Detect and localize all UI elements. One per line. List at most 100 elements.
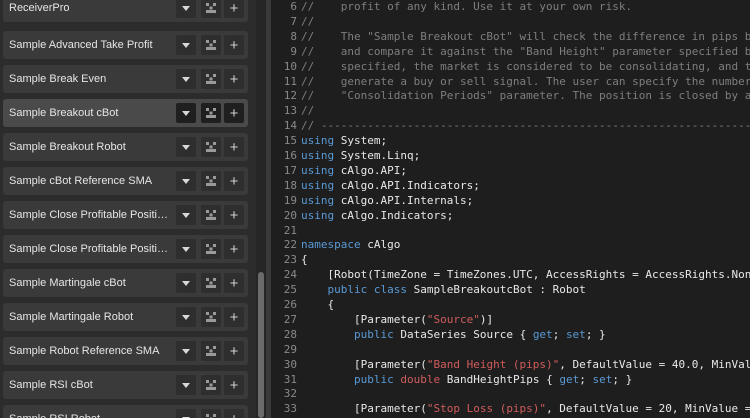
line-number: 9 xyxy=(290,44,297,58)
code-line: 14 // -----------------------------------… xyxy=(271,118,750,133)
chevron-down-icon[interactable] xyxy=(176,69,196,89)
line-number: 29 xyxy=(283,342,297,356)
plus-icon[interactable]: + xyxy=(224,103,244,123)
cbot-item[interactable]: Sample Advanced Take Profit + xyxy=(3,31,248,59)
cbot-item[interactable]: Sample Breakout Robot + xyxy=(3,133,248,161)
code-token: // generate a buy or sell signal. The us… xyxy=(301,74,750,88)
code-token: double xyxy=(400,372,441,386)
code-token: )] xyxy=(479,312,494,326)
instance-icon[interactable] xyxy=(201,171,221,191)
code-line: 31 public double BandHeightPips { get; s… xyxy=(271,372,750,387)
cbot-item-name: Sample Breakout Robot xyxy=(9,141,126,153)
cbot-item[interactable]: Sample Close Profitable Positions + xyxy=(3,235,248,263)
plus-icon[interactable]: + xyxy=(224,375,244,395)
instance-icon[interactable] xyxy=(201,375,221,395)
line-number: 13 xyxy=(283,104,297,118)
cbot-item[interactable]: Sample Robot Reference SMA + xyxy=(3,337,248,365)
code-text: // -------------------------------------… xyxy=(301,119,750,132)
cbot-item[interactable]: Sample Break Even + xyxy=(3,65,248,93)
code-line: 32 xyxy=(271,386,750,401)
plus-icon[interactable]: + xyxy=(224,0,244,18)
plus-icon[interactable]: + xyxy=(224,239,244,259)
cbot-item[interactable]: Sample Martingale Robot + xyxy=(3,303,248,331)
code-line: 17 using cAlgo.API; xyxy=(271,163,750,178)
code-token: "Band Height (pips)" xyxy=(426,357,560,371)
line-number: 32 xyxy=(283,387,297,401)
line-number: 14 xyxy=(283,119,297,133)
chevron-down-icon[interactable] xyxy=(176,137,196,157)
code-token: System; xyxy=(334,134,388,148)
code-line: 21 xyxy=(271,223,750,238)
instance-icon[interactable] xyxy=(201,273,221,293)
code-token: set xyxy=(592,372,613,386)
chevron-down-icon[interactable] xyxy=(176,273,196,293)
cbot-item[interactable]: Sample Martingale cBot + xyxy=(3,269,248,297)
code-text: // xyxy=(301,15,314,28)
chevron-down-icon[interactable] xyxy=(176,205,196,225)
line-number: 16 xyxy=(283,149,297,162)
code-text: using cAlgo.API.Indicators; xyxy=(301,179,480,192)
cbot-item[interactable]: Sample Close Profitable Positio… + xyxy=(3,201,248,229)
line-number: 7 xyxy=(290,14,297,28)
code-line: 33 [Parameter("Stop Loss (pips)", Defaul… xyxy=(271,401,750,416)
plus-icon[interactable]: + xyxy=(224,273,244,293)
plus-icon[interactable]: + xyxy=(224,409,244,418)
chevron-down-icon[interactable] xyxy=(176,409,196,418)
line-number: 15 xyxy=(283,134,297,148)
instance-icon[interactable] xyxy=(201,307,221,327)
cbot-item[interactable]: Sample Breakout cBot + xyxy=(3,99,248,127)
code-editor[interactable]: 6 // profit of any kind. Use it at your o… xyxy=(271,0,750,418)
line-number: 23 xyxy=(283,253,297,267)
line-number: 8 xyxy=(290,29,297,43)
instance-icon[interactable] xyxy=(201,69,221,89)
instance-icon[interactable] xyxy=(201,341,221,361)
plus-icon[interactable]: + xyxy=(224,171,244,191)
plus-icon[interactable]: + xyxy=(224,69,244,89)
code-text: [Robot(TimeZone = TimeZones.UTC, AccessR… xyxy=(301,268,750,281)
code-line: 29 xyxy=(271,342,750,357)
line-number: 17 xyxy=(283,163,297,177)
plus-icon[interactable]: + xyxy=(224,205,244,225)
code-token: get xyxy=(559,372,580,386)
line-number: 20 xyxy=(283,208,297,222)
chevron-down-icon[interactable] xyxy=(176,103,196,123)
chevron-down-icon[interactable] xyxy=(176,171,196,191)
code-text: [Parameter("Band Height (pips)", Default… xyxy=(301,358,750,371)
line-number: 22 xyxy=(283,238,297,252)
code-text: using cAlgo.Indicators; xyxy=(301,209,453,222)
code-text: public double BandHeightPips { get; set;… xyxy=(301,373,632,386)
code-line: 7 // xyxy=(271,14,750,29)
line-number: 25 xyxy=(283,283,297,297)
cbot-item[interactable]: Sample RSI Robot + xyxy=(3,405,248,418)
instance-icon[interactable] xyxy=(201,239,221,259)
code-line: 23 { xyxy=(271,252,750,267)
cbot-item[interactable]: ReceiverPro + xyxy=(3,0,248,22)
code-line: 13 // xyxy=(271,103,750,118)
sidebar-scroll-thumb[interactable] xyxy=(258,272,264,418)
instance-icon[interactable] xyxy=(201,409,221,418)
instance-icon[interactable] xyxy=(201,137,221,157)
instance-icon[interactable] xyxy=(201,35,221,55)
code-token: { xyxy=(301,298,335,311)
chevron-down-icon[interactable] xyxy=(176,307,196,327)
plus-icon[interactable]: + xyxy=(224,341,244,361)
cbot-item[interactable]: Sample RSI cBot + xyxy=(3,371,248,399)
plus-icon[interactable]: + xyxy=(224,137,244,157)
chevron-down-icon[interactable] xyxy=(176,239,196,259)
code-text: public DataSeries Source { get; set; } xyxy=(301,328,606,341)
plus-icon[interactable]: + xyxy=(224,307,244,327)
plus-icon[interactable]: + xyxy=(224,35,244,55)
instance-icon[interactable] xyxy=(201,103,221,123)
chevron-down-icon[interactable] xyxy=(176,0,196,18)
chevron-down-icon[interactable] xyxy=(176,341,196,361)
code-token: public xyxy=(353,372,394,386)
code-text: // profit of any kind. Use it at your ow… xyxy=(301,0,632,13)
cbot-item[interactable]: Sample cBot Reference SMA + xyxy=(3,167,248,195)
instance-icon[interactable] xyxy=(201,205,221,225)
chevron-down-icon[interactable] xyxy=(176,35,196,55)
code-token: { xyxy=(301,253,308,267)
instance-icon[interactable] xyxy=(201,0,221,18)
chevron-down-icon[interactable] xyxy=(176,375,196,395)
